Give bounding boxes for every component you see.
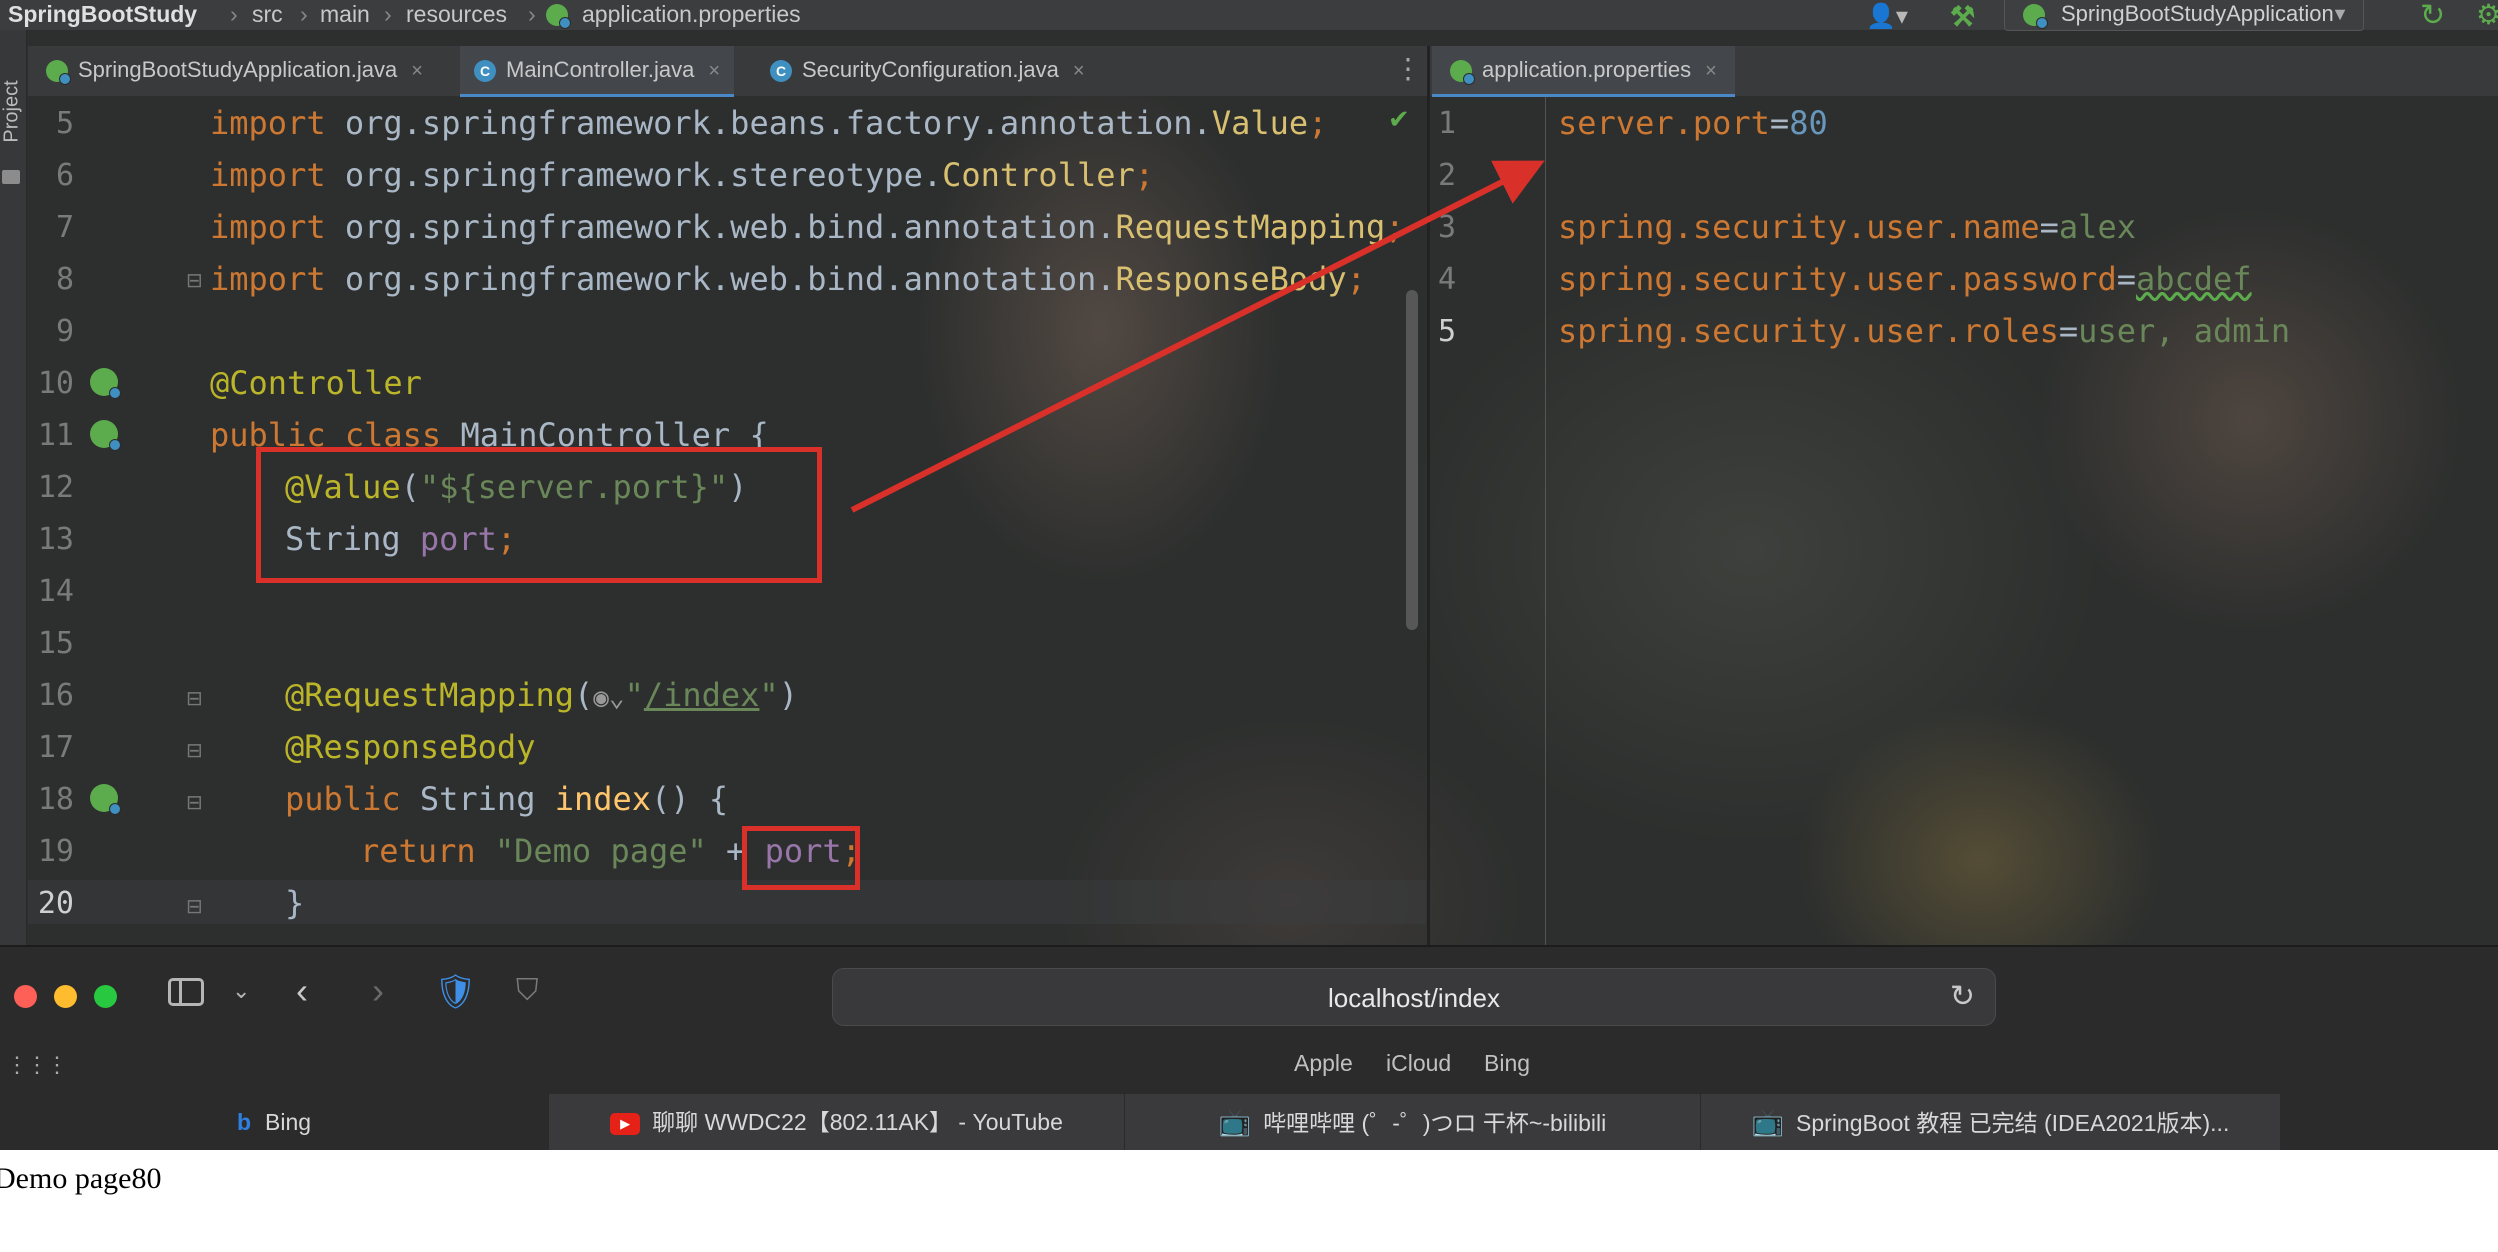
arrow-line bbox=[850, 160, 1545, 513]
reload-icon[interactable]: ↻ bbox=[1950, 979, 1975, 1014]
favorite-apple[interactable]: Apple bbox=[1294, 1050, 1353, 1077]
divider bbox=[0, 945, 2498, 947]
tab-title: 聊聊 WWDC22【802.11AK】 - YouTube bbox=[652, 1109, 1063, 1135]
back-icon[interactable]: ‹ bbox=[296, 970, 308, 1012]
url-text[interactable]: localhost/index bbox=[833, 983, 1995, 1014]
tab-title: SpringBoot 教程 已完结 (IDEA2021版本)... bbox=[1796, 1110, 2230, 1136]
window-zoom-button[interactable] bbox=[94, 985, 117, 1008]
browser-tab-bar: b Bing ▶ 聊聊 WWDC22【802.11AK】 - YouTube 📺 哔哩… bbox=[0, 1094, 2281, 1150]
window-minimize-button[interactable] bbox=[54, 985, 77, 1008]
annotation-arrow bbox=[850, 160, 1545, 513]
tab-title: Bing bbox=[265, 1109, 312, 1135]
favorite-bing[interactable]: Bing bbox=[1484, 1050, 1530, 1077]
tracker-shield-icon[interactable]: ⛉ bbox=[516, 974, 539, 1008]
browser-tab-bing[interactable]: b Bing bbox=[0, 1094, 549, 1150]
sidebar-toggle-icon[interactable] bbox=[168, 978, 204, 1006]
page-content-text: Demo page80 bbox=[0, 1162, 162, 1195]
ide-window: SpringBootStudy › src › main › resources… bbox=[0, 0, 2498, 945]
favorite-icloud[interactable]: iCloud bbox=[1386, 1050, 1451, 1077]
chevron-down-icon[interactable]: ⌄ bbox=[232, 978, 250, 1004]
browser-tab-springboot-tutorial[interactable]: 📺 SpringBoot 教程 已完结 (IDEA2021版本)... bbox=[1701, 1094, 2281, 1150]
bilibili-icon: 📺 bbox=[1218, 1107, 1252, 1137]
bilibili-icon: 📺 bbox=[1751, 1107, 1785, 1137]
window-close-button[interactable] bbox=[14, 985, 37, 1008]
apps-grid-icon[interactable]: ⋮⋮⋮ bbox=[6, 1052, 68, 1078]
browser-tab-bilibili[interactable]: 📺 哔哩哔哩 (゜-゜)つロ 干杯~-bilibili bbox=[1125, 1094, 1701, 1150]
bing-icon: b bbox=[236, 1109, 251, 1135]
address-bar[interactable]: localhost/index ↻ bbox=[832, 968, 1996, 1026]
youtube-icon: ▶ bbox=[610, 1112, 641, 1135]
browser-tab-youtube[interactable]: ▶ 聊聊 WWDC22【802.11AK】 - YouTube bbox=[549, 1094, 1125, 1150]
privacy-shield-icon[interactable]: 🛡 bbox=[434, 972, 477, 1012]
forward-icon[interactable]: › bbox=[372, 970, 384, 1012]
tab-title: 哔哩哔哩 (゜-゜)つロ 干杯~-bilibili bbox=[1263, 1110, 1607, 1136]
